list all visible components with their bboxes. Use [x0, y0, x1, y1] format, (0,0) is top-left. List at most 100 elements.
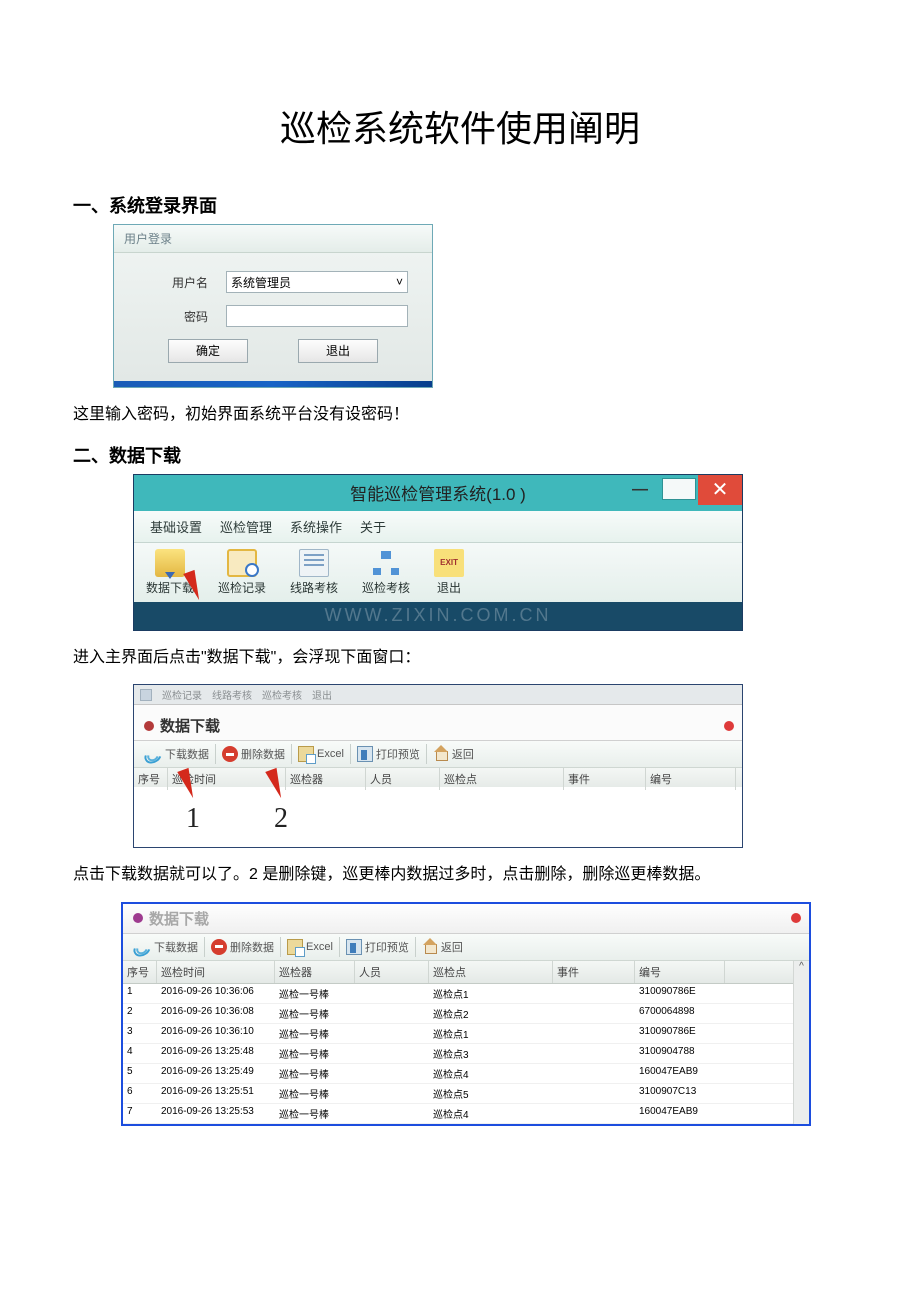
- password-label: 密码: [138, 308, 208, 325]
- menu-about[interactable]: 关于: [360, 517, 386, 536]
- tb-delete-data-2[interactable]: 删除数据: [205, 937, 281, 957]
- annotation-marker-2: 2: [274, 803, 288, 835]
- excel-icon: [287, 939, 303, 955]
- cell-code: 3100904788: [635, 1044, 725, 1063]
- disabled-icon: [140, 689, 152, 701]
- record-icon: [227, 549, 257, 577]
- close-icon[interactable]: ✕: [698, 475, 742, 505]
- cell-code: 160047EAB9: [635, 1064, 725, 1083]
- cell-time: 2016-09-26 13:25:51: [157, 1084, 275, 1103]
- main-window: 智能巡检管理系统(1.0 ) ✕ 基础设置 巡检管理 系统操作 关于 数据下载 …: [133, 474, 743, 631]
- cell-dev: 巡检一号棒: [275, 984, 355, 1003]
- tb-excel-2[interactable]: Excel: [281, 937, 340, 957]
- cell-dev: 巡检一号棒: [275, 1024, 355, 1043]
- disabled-exit: 退出: [312, 687, 332, 702]
- scroll-up-icon: ^: [794, 961, 809, 972]
- tb-delete-data[interactable]: 删除数据: [216, 744, 292, 764]
- disabled-record: 巡检记录: [162, 687, 202, 702]
- exit-button[interactable]: 退出: [298, 339, 378, 363]
- tb-record[interactable]: 巡检记录: [218, 549, 266, 596]
- annotation-marker-1: 1: [186, 803, 200, 835]
- username-select[interactable]: 系统管理员 ˅: [226, 271, 408, 293]
- cell-seq: 3: [123, 1024, 157, 1043]
- cell-code: 160047EAB9: [635, 1104, 725, 1123]
- tb-exit-label: 退出: [437, 579, 461, 596]
- tb-download-data-2[interactable]: 下载数据: [127, 937, 205, 957]
- tb-record-label: 巡检记录: [218, 579, 266, 596]
- tb-back-label-2: 返回: [441, 939, 463, 955]
- red-dot-right-icon: [791, 913, 801, 923]
- cell-time: 2016-09-26 10:36:10: [157, 1024, 275, 1043]
- cell-point: 巡检点1: [429, 1024, 553, 1043]
- print-preview-icon: [357, 746, 373, 762]
- cell-code: 3100907C13: [635, 1084, 725, 1103]
- tb-check[interactable]: 巡检考核: [362, 549, 410, 596]
- cell-seq: 2: [123, 1004, 157, 1023]
- menu-system-ops[interactable]: 系统操作: [290, 517, 342, 536]
- table-row[interactable]: 72016-09-26 13:25:53巡检一号棒巡检点4160047EAB9: [123, 1104, 793, 1124]
- section-2-heading: 二、数据下载: [73, 442, 847, 468]
- cell-seq: 5: [123, 1064, 157, 1083]
- table-row[interactable]: 42016-09-26 13:25:48巡检一号棒巡检点33100904788: [123, 1044, 793, 1064]
- cell-dev: 巡检一号棒: [275, 1104, 355, 1123]
- table-row[interactable]: 52016-09-26 13:25:49巡检一号棒巡检点4160047EAB9: [123, 1064, 793, 1084]
- cell-time: 2016-09-26 10:36:06: [157, 984, 275, 1003]
- home-icon: [433, 747, 449, 761]
- cell-person: [355, 1004, 429, 1023]
- cell-person: [355, 1084, 429, 1103]
- tb-delete-data-label: 删除数据: [241, 746, 285, 762]
- cell-point: 巡检点2: [429, 1004, 553, 1023]
- menu-inspection-mgmt[interactable]: 巡检管理: [220, 517, 272, 536]
- download-window-empty: 巡检记录 线路考核 巡检考核 退出 数据下载 下载数据 删除数据 Excel: [133, 684, 743, 848]
- table-row[interactable]: 62016-09-26 13:25:51巡检一号棒巡检点53100907C13: [123, 1084, 793, 1104]
- disabled-parent-toolbar: 巡检记录 线路考核 巡检考核 退出: [134, 685, 742, 705]
- minus-circle-icon: [211, 939, 227, 955]
- disabled-check: 巡检考核: [262, 687, 302, 702]
- cell-point: 巡检点4: [429, 1064, 553, 1083]
- cell-time: 2016-09-26 10:36:08: [157, 1004, 275, 1023]
- red-dot-icon: [144, 721, 154, 731]
- doc-icon: [299, 549, 329, 577]
- cell-event: [553, 1064, 635, 1083]
- tb-print-label-2: 打印预览: [365, 939, 409, 955]
- tb-download-data[interactable]: 下载数据: [138, 744, 216, 764]
- tb-exit[interactable]: EXIT 退出: [434, 549, 464, 596]
- cell-person: [355, 1104, 429, 1123]
- main-toolbar: 数据下载 巡检记录 线路考核 巡检考核 EXIT 退出: [134, 543, 742, 602]
- tb-excel[interactable]: Excel: [292, 744, 351, 764]
- ok-button[interactable]: 确定: [168, 339, 248, 363]
- tb-route[interactable]: 线路考核: [290, 549, 338, 596]
- purple-dot-icon: [133, 913, 143, 923]
- table-row[interactable]: 12016-09-26 10:36:06巡检一号棒巡检点1310090786E: [123, 984, 793, 1004]
- tb-print-preview-2[interactable]: 打印预览: [340, 937, 416, 957]
- tb-back-2[interactable]: 返回: [416, 937, 469, 957]
- cell-dev: 巡检一号棒: [275, 1044, 355, 1063]
- cell-point: 巡检点5: [429, 1084, 553, 1103]
- table-row[interactable]: 22016-09-26 10:36:08巡检一号棒巡检点26700064898: [123, 1004, 793, 1024]
- cell-event: [553, 1104, 635, 1123]
- cell-person: [355, 984, 429, 1003]
- tb-print-preview[interactable]: 打印预览: [351, 744, 427, 764]
- cell-point: 巡检点4: [429, 1104, 553, 1123]
- cell-event: [553, 1024, 635, 1043]
- download-title: 数据下载: [134, 711, 742, 741]
- home-icon: [422, 940, 438, 954]
- download-table-rows: 12016-09-26 10:36:06巡检一号棒巡检点1310090786E2…: [123, 984, 793, 1124]
- scrollbar[interactable]: ^: [793, 961, 809, 1124]
- col-seq: 序号: [123, 961, 157, 983]
- table-row[interactable]: 32016-09-26 10:36:10巡检一号棒巡检点1310090786E: [123, 1024, 793, 1044]
- cell-time: 2016-09-26 13:25:53: [157, 1104, 275, 1123]
- password-input[interactable]: [226, 305, 408, 327]
- username-label: 用户名: [138, 274, 208, 291]
- print-preview-icon: [346, 939, 362, 955]
- minimize-icon[interactable]: [618, 475, 662, 505]
- tb-route-label: 线路考核: [290, 579, 338, 596]
- download-title-text: 数据下载: [160, 715, 220, 736]
- cell-dev: 巡检一号棒: [275, 1064, 355, 1083]
- tb-back[interactable]: 返回: [427, 744, 480, 764]
- maximize-icon[interactable]: [662, 478, 696, 500]
- document-title: 巡检系统软件使用阐明: [73, 100, 847, 152]
- menu-basic-settings[interactable]: 基础设置: [150, 517, 202, 536]
- col-device: 巡检器: [275, 961, 355, 983]
- section-2-text-1: 进入主界面后点击"数据下载"，会浮现下面窗口：: [73, 645, 847, 671]
